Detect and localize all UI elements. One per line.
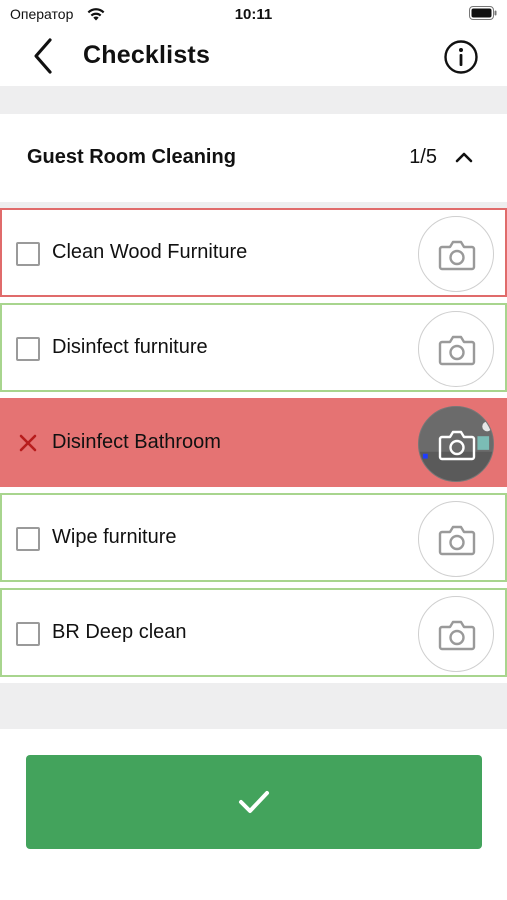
checklist-item[interactable]: Disinfect furniture: [0, 303, 507, 392]
item-label: Disinfect furniture: [52, 336, 208, 358]
battery-icon: [469, 6, 497, 20]
x-mark-icon[interactable]: [16, 431, 40, 455]
chevron-left-icon[interactable]: [28, 36, 60, 76]
item-checkbox[interactable]: [16, 622, 40, 646]
section-title: Guest Room Cleaning: [27, 146, 236, 168]
checklist-item[interactable]: Disinfect Bathroom: [0, 398, 507, 487]
checklist-item[interactable]: BR Deep clean: [0, 588, 507, 677]
status-time: 10:11: [234, 6, 273, 23]
checklist-item[interactable]: Clean Wood Furniture: [0, 208, 507, 297]
item-checkbox[interactable]: [16, 527, 40, 551]
camera-icon: [438, 525, 476, 556]
checklist-item[interactable]: Wipe furniture: [0, 493, 507, 582]
photo-thumbnail-button[interactable]: [418, 406, 494, 482]
checklist-items: Clean Wood Furniture Disinfect furniture…: [0, 208, 507, 683]
confirm-button[interactable]: [26, 755, 482, 849]
camera-icon: [438, 335, 476, 366]
item-label: BR Deep clean: [52, 621, 187, 643]
camera-icon: [438, 240, 476, 271]
item-label: Disinfect Bathroom: [52, 431, 221, 453]
header-spacer: [0, 86, 507, 114]
check-icon: [239, 791, 269, 813]
item-label: Wipe furniture: [52, 526, 177, 548]
info-circle-icon[interactable]: [443, 39, 479, 75]
add-photo-button[interactable]: [418, 501, 494, 577]
section-progress-count: 1/5: [409, 146, 437, 168]
chevron-up-icon: [455, 152, 473, 163]
item-checkbox[interactable]: [16, 337, 40, 361]
camera-icon: [438, 430, 476, 461]
navigation-bar: Checklists: [0, 28, 507, 86]
checklist-section-header[interactable]: Guest Room Cleaning 1/5: [0, 114, 507, 202]
page-title: Checklists: [83, 41, 211, 69]
add-photo-button[interactable]: [418, 216, 494, 292]
item-checkbox[interactable]: [16, 242, 40, 266]
add-photo-button[interactable]: [418, 596, 494, 672]
camera-icon: [438, 620, 476, 651]
add-photo-button[interactable]: [418, 311, 494, 387]
item-label: Clean Wood Furniture: [52, 241, 248, 263]
list-footer-spacer: [0, 683, 507, 729]
status-bar: Оператор 10:11: [0, 0, 507, 28]
